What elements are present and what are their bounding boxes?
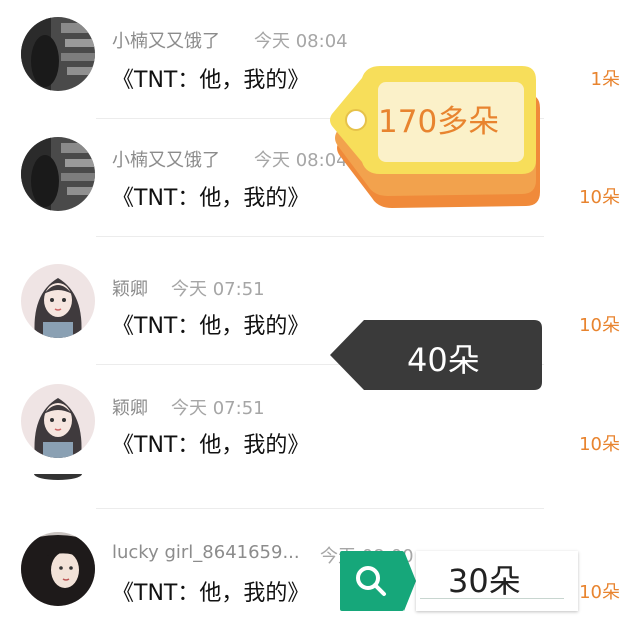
search-chip-label: 30朵: [448, 562, 521, 600]
avatar[interactable]: [21, 17, 95, 91]
flower-count: 10朵: [579, 434, 620, 455]
sender-name: 颖卿: [112, 279, 148, 300]
divider: [96, 236, 544, 237]
message-text: 《TNT：他，我的》: [112, 314, 310, 339]
message-text: 《TNT：他，我的》: [112, 186, 310, 211]
avatar[interactable]: [21, 137, 95, 211]
timestamp: 今天 07:51: [171, 398, 265, 419]
flower-count: 10朵: [579, 315, 620, 336]
search-chip-pointer: [404, 551, 416, 611]
sender-name: 颖卿: [112, 398, 148, 419]
message-text: 《TNT：他，我的》: [112, 581, 310, 606]
search-chip-underline: [420, 598, 564, 599]
flower-count: 10朵: [579, 187, 620, 208]
list-item[interactable]: 颖卿 今天 07:51 《TNT：他，我的》 10朵: [0, 246, 640, 364]
message-text: 《TNT：他，我的》: [112, 68, 310, 93]
list-item[interactable]: 小楠又又饿了 今天 08:04 《TNT：他，我的》 10朵: [0, 120, 640, 238]
sender-name: lucky girl_8641659...: [112, 542, 300, 563]
sender-name: 小楠又又饿了: [112, 150, 220, 171]
list-item[interactable]: 小楠又又饿了 今天 08:04 《TNT：他，我的》 1朵: [0, 0, 640, 118]
timestamp: 今天 07:51: [171, 279, 265, 300]
sender-name: 小楠又又饿了: [112, 31, 220, 52]
flower-count: 10朵: [579, 582, 620, 603]
price-tag-label: 170多朵: [378, 104, 500, 140]
divider: [96, 508, 544, 509]
cropped-row-strip: ᐟ ᐟ: [0, 474, 640, 484]
message-text: 《TNT：他，我的》: [112, 433, 310, 458]
search-button[interactable]: [340, 551, 404, 611]
search-icon: [356, 566, 386, 596]
dark-tag-label: 40朵: [407, 341, 480, 379]
avatar[interactable]: [21, 264, 95, 338]
timestamp: 今天 08:04: [254, 31, 348, 52]
flower-count: 1朵: [590, 69, 620, 90]
list-item[interactable]: 颖卿 今天 07:51 《TNT：他，我的》 10朵: [0, 366, 640, 484]
avatar[interactable]: [21, 532, 95, 606]
avatar[interactable]: [21, 384, 95, 458]
